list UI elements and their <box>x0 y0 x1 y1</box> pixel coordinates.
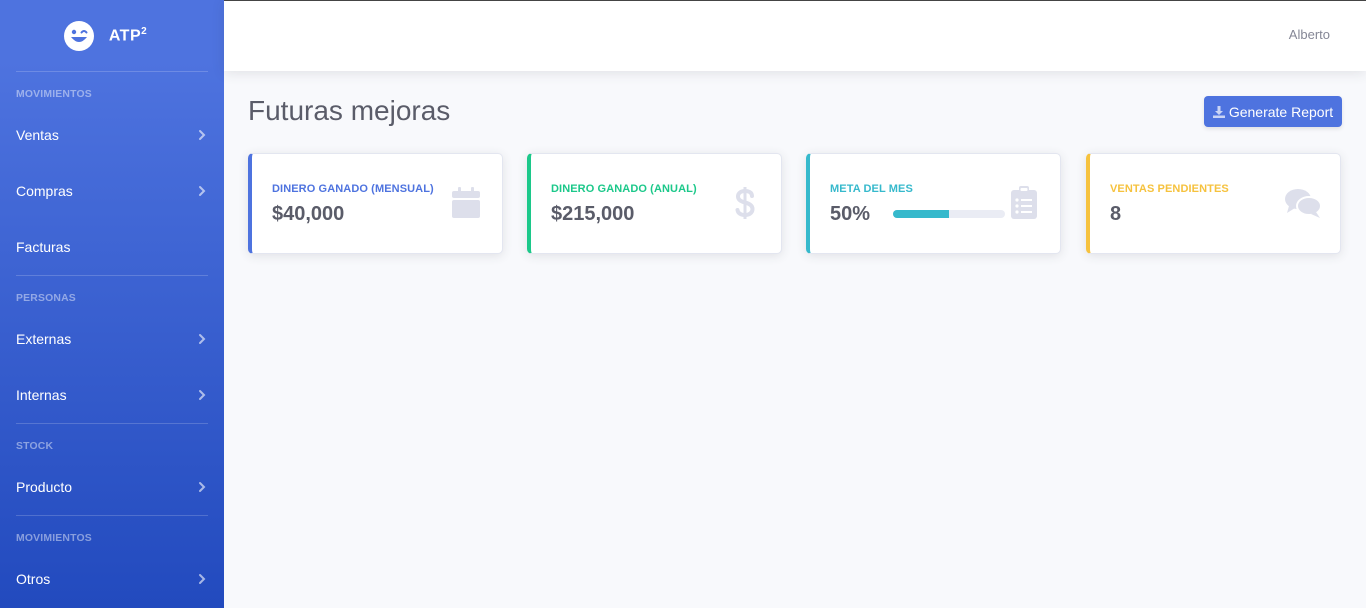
card-label: DINERO GANADO (ANUAL) <box>551 183 697 195</box>
goal-progress-fill <box>893 210 949 218</box>
sidebar-divider <box>16 275 208 276</box>
sidebar-heading-movimientos: MOVIMIENTOS <box>16 89 92 100</box>
card-monthly-earnings: DINERO GANADO (MENSUAL) $40,000 <box>248 153 503 254</box>
sidebar-item-otros[interactable]: Otros <box>0 551 224 607</box>
chevron-right-icon <box>199 334 206 344</box>
card-pending-sales: VENTAS PENDIENTES 8 <box>1086 153 1341 254</box>
sidebar-item-compras[interactable]: Compras <box>0 163 224 219</box>
sidebar-divider <box>16 423 208 424</box>
sidebar-item-label: Producto <box>16 479 73 495</box>
sidebar-heading-stock: STOCK <box>16 441 54 452</box>
sidebar-item-label: Externas <box>16 331 72 347</box>
generate-report-label: Generate Report <box>1228 103 1334 120</box>
sidebar-item-label: Facturas <box>16 239 71 255</box>
dollar-icon <box>735 187 755 219</box>
clipboard-list-icon <box>1011 186 1037 219</box>
goal-progress-bar <box>893 210 1005 218</box>
sidebar-item-label: Compras <box>16 183 73 199</box>
chevron-right-icon <box>199 186 206 196</box>
generate-report-button[interactable]: Generate Report <box>1204 96 1342 127</box>
laugh-wink-icon <box>63 20 94 51</box>
card-label: DINERO GANADO (MENSUAL) <box>272 183 434 195</box>
card-value: $215,000 <box>551 203 635 225</box>
card-value: $40,000 <box>272 203 345 225</box>
sidebar-item-producto[interactable]: Producto <box>0 459 224 515</box>
sidebar-item-externas[interactable]: Externas <box>0 311 224 367</box>
comments-icon <box>1285 189 1322 218</box>
sidebar-divider <box>16 515 208 516</box>
brand[interactable]: ATP2 <box>0 0 224 71</box>
chevron-right-icon <box>199 574 206 584</box>
sidebar-item-facturas[interactable]: Facturas <box>0 219 224 275</box>
card-value: 8 <box>1110 203 1122 225</box>
sidebar-item-label: Internas <box>16 387 67 403</box>
chevron-right-icon <box>199 390 206 400</box>
card-label: VENTAS PENDIENTES <box>1110 183 1229 195</box>
sidebar-heading-movimientos-2: MOVIMIENTOS <box>16 533 92 544</box>
chevron-right-icon <box>199 130 206 140</box>
sidebar-item-ventas[interactable]: Ventas <box>0 107 224 163</box>
sidebar-item-label: Ventas <box>16 127 59 143</box>
card-value: 50% <box>830 203 871 225</box>
calendar-icon <box>452 187 480 218</box>
card-monthly-goal: META DEL MES 50% <box>806 153 1061 254</box>
sidebar-divider <box>16 71 208 72</box>
sidebar-item-internas[interactable]: Internas <box>0 367 224 423</box>
sidebar: ATP2 MOVIMIENTOS Ventas Compras Facturas… <box>0 0 224 608</box>
download-icon <box>1212 105 1225 118</box>
chevron-right-icon <box>199 482 206 492</box>
user-name[interactable]: Alberto <box>1289 27 1330 42</box>
card-label: META DEL MES <box>830 183 913 195</box>
topbar: Alberto <box>224 0 1366 71</box>
page-title: Futuras mejoras <box>248 95 451 126</box>
sidebar-item-label: Otros <box>16 571 51 587</box>
sidebar-heading-personas: PERSONAS <box>16 293 76 304</box>
brand-name: ATP2 <box>108 25 148 45</box>
card-annual-earnings: DINERO GANADO (ANUAL) $215,000 <box>527 153 782 254</box>
